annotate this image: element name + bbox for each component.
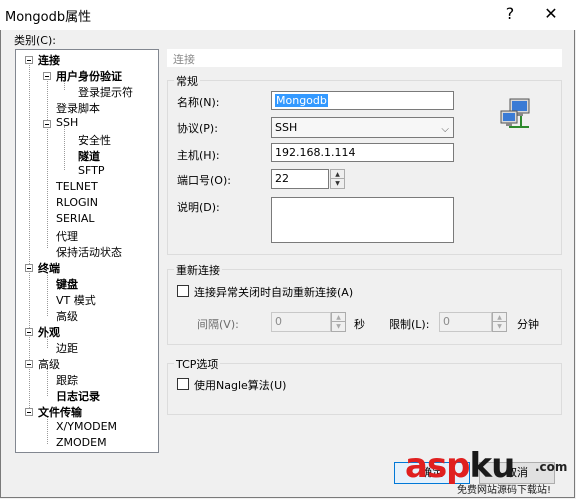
name-label: 名称(N): [177, 96, 220, 109]
host-value: 192.168.1.114 [275, 146, 356, 159]
stepper-down-icon[interactable]: ▼ [331, 179, 344, 188]
watermark-brand: aspku [405, 446, 516, 486]
tree-node-tunnel[interactable]: 隧道 [78, 148, 100, 164]
tcp-group-title: TCP选项 [174, 356, 221, 372]
nagle-checkbox[interactable] [177, 378, 189, 390]
tree-node-margins[interactable]: 边距 [56, 340, 78, 356]
tree-node-sftp[interactable]: SFTP [78, 164, 104, 177]
description-label: 说明(D): [177, 201, 220, 214]
port-value: 22 [275, 172, 289, 185]
window-title: Mongodb属性 [5, 10, 92, 25]
tree-node-proxy[interactable]: 代理 [56, 228, 78, 244]
description-field[interactable] [271, 197, 454, 243]
tree-node-advanced[interactable]: 高级 [38, 356, 60, 372]
tree-collapse-icon[interactable] [25, 360, 33, 368]
tree-node-security[interactable]: 安全性 [78, 132, 111, 148]
panel-title: 连接 [173, 53, 195, 66]
port-label: 端口号(O): [177, 174, 231, 187]
name-field-value: Mongodb [275, 94, 328, 107]
protocol-select[interactable]: SSH ⌵ [271, 117, 454, 138]
tree-node-rlogin[interactable]: RLOGIN [56, 196, 98, 209]
auto-reconnect-label[interactable]: 连接异常关闭时自动重新连接(A) [194, 284, 353, 300]
tree-node-serial[interactable]: SERIAL [56, 212, 94, 225]
watermark-logo: aspku .com 免费网站源码下载站! [405, 446, 575, 498]
close-button[interactable]: ✕ [538, 2, 564, 26]
title-bar: Mongodb属性 ? ✕ [0, 0, 576, 30]
host-field[interactable]: 192.168.1.114 [271, 143, 454, 162]
reconnect-group [167, 269, 562, 345]
tree-guide-line [47, 78, 48, 248]
tree-node-appearance[interactable]: 外观 [38, 324, 60, 340]
auto-reconnect-checkbox[interactable] [177, 285, 189, 297]
stepper-up-icon[interactable]: ▲ [331, 170, 344, 179]
stepper-down-icon[interactable]: ▼ [332, 322, 345, 331]
interval-unit: 秒 [354, 318, 365, 331]
watermark-brand-b: ku [469, 446, 516, 486]
tree-guide-line [47, 416, 48, 444]
tree-guide-line [47, 368, 48, 396]
tree-collapse-icon[interactable] [25, 56, 33, 64]
tree-collapse-icon[interactable] [25, 264, 33, 272]
tree-collapse-icon[interactable] [43, 72, 51, 80]
name-field[interactable]: Mongodb [271, 91, 454, 110]
tree-node-telnet[interactable]: TELNET [56, 180, 98, 193]
watermark-brand-a: asp [405, 446, 471, 486]
limit-field[interactable]: 0 [439, 312, 492, 332]
tree-node-logging[interactable]: 日志记录 [56, 388, 100, 404]
panel-header: 连接 [167, 49, 562, 67]
help-button[interactable]: ? [497, 2, 523, 26]
tree-node-login-prompt[interactable]: 登录提示符 [78, 84, 133, 100]
interval-value: 0 [275, 315, 282, 328]
network-computers-icon [500, 98, 530, 128]
limit-stepper[interactable]: ▲ ▼ [492, 312, 507, 332]
protocol-label: 协议(P): [177, 122, 218, 135]
tree-node-terminal[interactable]: 终端 [38, 260, 60, 276]
tree-node-keyboard[interactable]: 键盘 [56, 276, 78, 292]
port-field[interactable]: 22 [271, 169, 329, 189]
reconnect-group-title: 重新连接 [174, 262, 222, 278]
tree-node-file-transfer[interactable]: 文件传输 [38, 404, 82, 420]
interval-stepper[interactable]: ▲ ▼ [331, 312, 346, 332]
host-label: 主机(H): [177, 149, 220, 162]
stepper-down-icon[interactable]: ▼ [493, 322, 506, 331]
tree-collapse-icon[interactable] [25, 328, 33, 336]
stepper-up-icon[interactable]: ▲ [493, 313, 506, 322]
tree-node-ssh[interactable]: SSH [56, 116, 78, 129]
watermark-subtitle: 免费网站源码下载站! [457, 485, 552, 496]
tree-guide-line [47, 272, 48, 316]
limit-value: 0 [443, 315, 450, 328]
tree-node-login-script[interactable]: 登录脚本 [56, 100, 100, 116]
tree-node-xymodem[interactable]: X/YMODEM [56, 420, 117, 433]
tree-node-keepalive[interactable]: 保持活动状态 [56, 244, 122, 260]
tree-guide-line [64, 126, 65, 170]
tree-node-terminal-advanced[interactable]: 高级 [56, 308, 78, 324]
tree-node-zmodem[interactable]: ZMODEM [56, 436, 107, 449]
interval-label: 间隔(V): [197, 318, 239, 331]
interval-field[interactable]: 0 [271, 312, 331, 332]
tree-collapse-icon[interactable] [43, 120, 51, 128]
tree-collapse-icon[interactable] [25, 408, 33, 416]
general-group-title: 常规 [174, 73, 200, 89]
port-stepper[interactable]: ▲ ▼ [330, 169, 345, 189]
stepper-up-icon[interactable]: ▲ [332, 313, 345, 322]
tree-node-user-auth[interactable]: 用户身份验证 [56, 68, 122, 84]
limit-unit: 分钟 [517, 318, 539, 331]
chevron-down-icon: ⌵ [441, 124, 449, 135]
protocol-value: SSH [275, 121, 298, 134]
tree-node-connection[interactable]: 连接 [38, 52, 60, 68]
nagle-label[interactable]: 使用Nagle算法(U) [194, 377, 286, 393]
tree-node-vt-mode[interactable]: VT 模式 [56, 292, 96, 308]
category-label: 类别(C): [14, 34, 56, 47]
category-tree[interactable]: 连接 用户身份验证 登录提示符 登录脚本 SSH 安全性 隧道 SFTP TEL… [15, 49, 159, 453]
tree-node-trace[interactable]: 跟踪 [56, 372, 78, 388]
limit-label: 限制(L): [389, 318, 430, 331]
watermark-tld: .com [535, 460, 568, 474]
